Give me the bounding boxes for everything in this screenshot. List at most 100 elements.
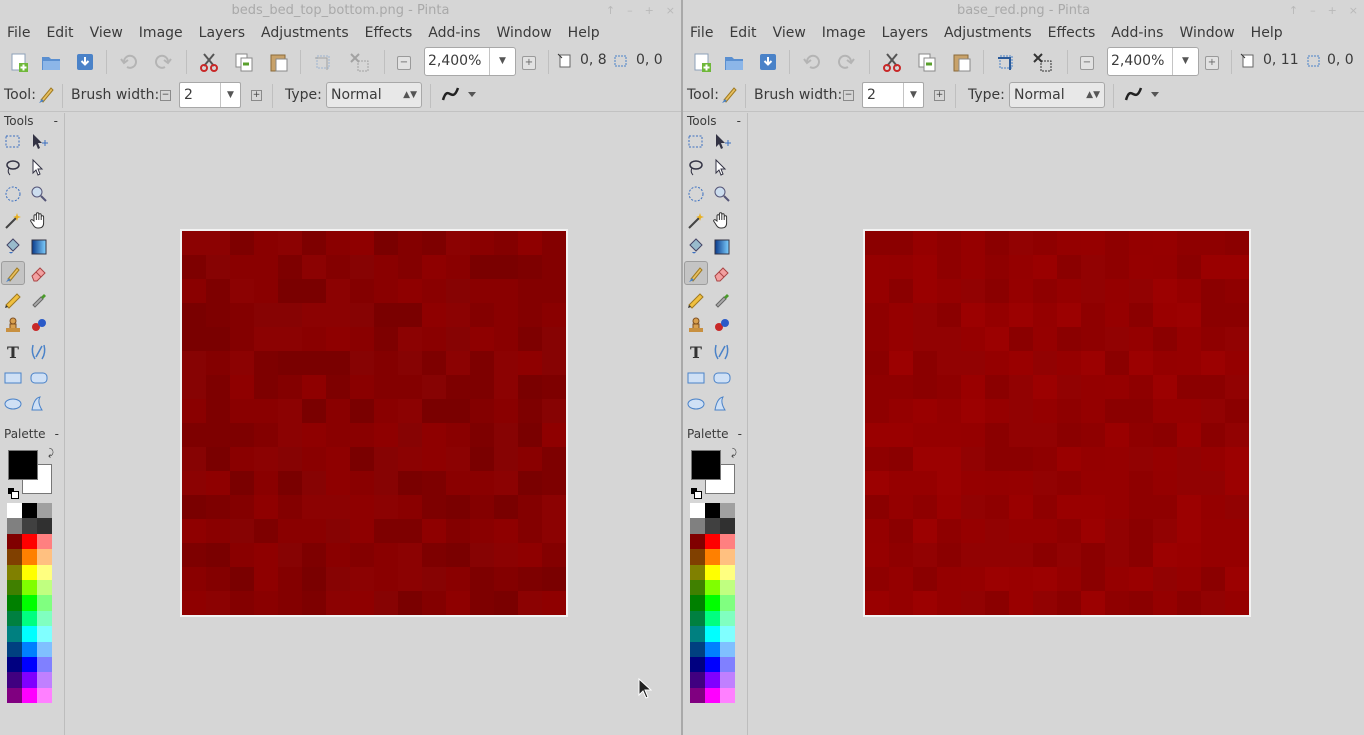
- canvas-pixel[interactable]: [446, 567, 470, 591]
- canvas-pixel[interactable]: [961, 255, 985, 279]
- canvas-pixel[interactable]: [398, 327, 422, 351]
- canvas-pixel[interactable]: [1009, 231, 1033, 255]
- canvas-pixel[interactable]: [398, 351, 422, 375]
- canvas-pixel[interactable]: [1057, 255, 1081, 279]
- canvas-pixel[interactable]: [865, 591, 889, 615]
- canvas-pixel[interactable]: [278, 255, 302, 279]
- canvas-pixel[interactable]: [374, 423, 398, 447]
- canvas-pixel[interactable]: [422, 543, 446, 567]
- canvas-pixel[interactable]: [1201, 351, 1225, 375]
- palette-swatch[interactable]: [720, 564, 735, 580]
- canvas-pixel[interactable]: [206, 495, 230, 519]
- palette-swatch[interactable]: [22, 579, 37, 596]
- canvas-pixel[interactable]: [1081, 543, 1105, 567]
- canvas-pixel[interactable]: [1105, 567, 1129, 591]
- canvas-pixel[interactable]: [937, 423, 961, 447]
- canvas-pixel[interactable]: [518, 423, 542, 447]
- paste-icon[interactable]: [268, 51, 290, 73]
- canvas-pixel[interactable]: [326, 351, 350, 375]
- canvas-pixel[interactable]: [1201, 423, 1225, 447]
- canvas-pixel[interactable]: [470, 519, 494, 543]
- maximize-icon[interactable]: +: [645, 0, 654, 22]
- canvas-pixel[interactable]: [913, 567, 937, 591]
- canvas-pixel[interactable]: [1129, 375, 1153, 399]
- canvas-pixel[interactable]: [1105, 471, 1129, 495]
- canvas-pixel[interactable]: [182, 279, 206, 303]
- keep-above-icon[interactable]: ↑: [1289, 0, 1298, 22]
- canvas-pixel[interactable]: [374, 591, 398, 615]
- swap-colors-icon[interactable]: ⤸: [731, 448, 737, 459]
- canvas-pixel[interactable]: [374, 495, 398, 519]
- canvas-pixel[interactable]: [182, 423, 206, 447]
- canvas-pixel[interactable]: [518, 399, 542, 423]
- palette-swatch[interactable]: [37, 549, 52, 565]
- canvas-pixel[interactable]: [865, 327, 889, 351]
- canvas-pixel[interactable]: [254, 519, 278, 543]
- canvas-image[interactable]: [180, 229, 568, 617]
- canvas-pixel[interactable]: [913, 231, 937, 255]
- canvas-pixel[interactable]: [1105, 231, 1129, 255]
- canvas-pixel[interactable]: [206, 591, 230, 615]
- menu-image[interactable]: Image: [822, 25, 866, 41]
- canvas-pixel[interactable]: [1081, 423, 1105, 447]
- canvas-pixel[interactable]: [1057, 543, 1081, 567]
- menu-effects[interactable]: Effects: [1048, 25, 1096, 41]
- canvas-pixel[interactable]: [1009, 423, 1033, 447]
- canvas-pixel[interactable]: [985, 375, 1009, 399]
- canvas-pixel[interactable]: [1057, 519, 1081, 543]
- canvas-pixel[interactable]: [542, 255, 566, 279]
- canvas-pixel[interactable]: [913, 399, 937, 423]
- canvas-pixel[interactable]: [1177, 231, 1201, 255]
- canvas-pixel[interactable]: [985, 447, 1009, 471]
- canvas-pixel[interactable]: [1081, 303, 1105, 327]
- canvas-pixel[interactable]: [1033, 375, 1057, 399]
- canvas-pixel[interactable]: [350, 495, 374, 519]
- canvas-pixel[interactable]: [1033, 303, 1057, 327]
- canvas-pixel[interactable]: [422, 567, 446, 591]
- canvas-pixel[interactable]: [889, 327, 913, 351]
- canvas-pixel[interactable]: [206, 567, 230, 591]
- pan-icon[interactable]: [27, 209, 51, 233]
- canvas-pixel[interactable]: [230, 423, 254, 447]
- canvas-image[interactable]: [863, 229, 1251, 617]
- canvas-pixel[interactable]: [206, 399, 230, 423]
- canvas-pixel[interactable]: [985, 567, 1009, 591]
- canvas-pixel[interactable]: [278, 495, 302, 519]
- canvas-pixel[interactable]: [1177, 495, 1201, 519]
- canvas-pixel[interactable]: [1153, 567, 1177, 591]
- palette-swatch[interactable]: [720, 672, 735, 688]
- canvas-pixel[interactable]: [1057, 567, 1081, 591]
- canvas-pixel[interactable]: [937, 399, 961, 423]
- canvas-pixel[interactable]: [278, 327, 302, 351]
- canvas-pixel[interactable]: [889, 423, 913, 447]
- canvas-pixel[interactable]: [302, 447, 326, 471]
- canvas-pixel[interactable]: [1009, 591, 1033, 615]
- canvas-pixel[interactable]: [350, 423, 374, 447]
- canvas-pixel[interactable]: [326, 543, 350, 567]
- canvas-pixel[interactable]: [278, 567, 302, 591]
- canvas-pixel[interactable]: [1129, 519, 1153, 543]
- palette-swatch[interactable]: [690, 656, 705, 673]
- palette-swatch[interactable]: [705, 656, 720, 673]
- canvas-pixel[interactable]: [518, 591, 542, 615]
- brush-width-decrease[interactable]: −: [843, 90, 854, 101]
- swap-colors-icon[interactable]: ⤸: [48, 448, 54, 459]
- canvas-pixel[interactable]: [182, 519, 206, 543]
- canvas-pixel[interactable]: [302, 519, 326, 543]
- canvas-pixel[interactable]: [1201, 471, 1225, 495]
- canvas-pixel[interactable]: [985, 399, 1009, 423]
- canvas-pixel[interactable]: [961, 375, 985, 399]
- zoom-icon[interactable]: [710, 182, 734, 206]
- canvas-pixel[interactable]: [398, 447, 422, 471]
- brush-width-increase[interactable]: +: [934, 90, 945, 101]
- canvas-pixel[interactable]: [985, 471, 1009, 495]
- canvas-pixel[interactable]: [302, 423, 326, 447]
- canvas-pixel[interactable]: [374, 567, 398, 591]
- canvas-pixel[interactable]: [865, 351, 889, 375]
- canvas-pixel[interactable]: [1057, 279, 1081, 303]
- canvas-pixel[interactable]: [470, 399, 494, 423]
- palette-swatch[interactable]: [705, 533, 720, 550]
- canvas-pixel[interactable]: [985, 255, 1009, 279]
- canvas-pixel[interactable]: [350, 447, 374, 471]
- palette-swatch[interactable]: [705, 610, 720, 627]
